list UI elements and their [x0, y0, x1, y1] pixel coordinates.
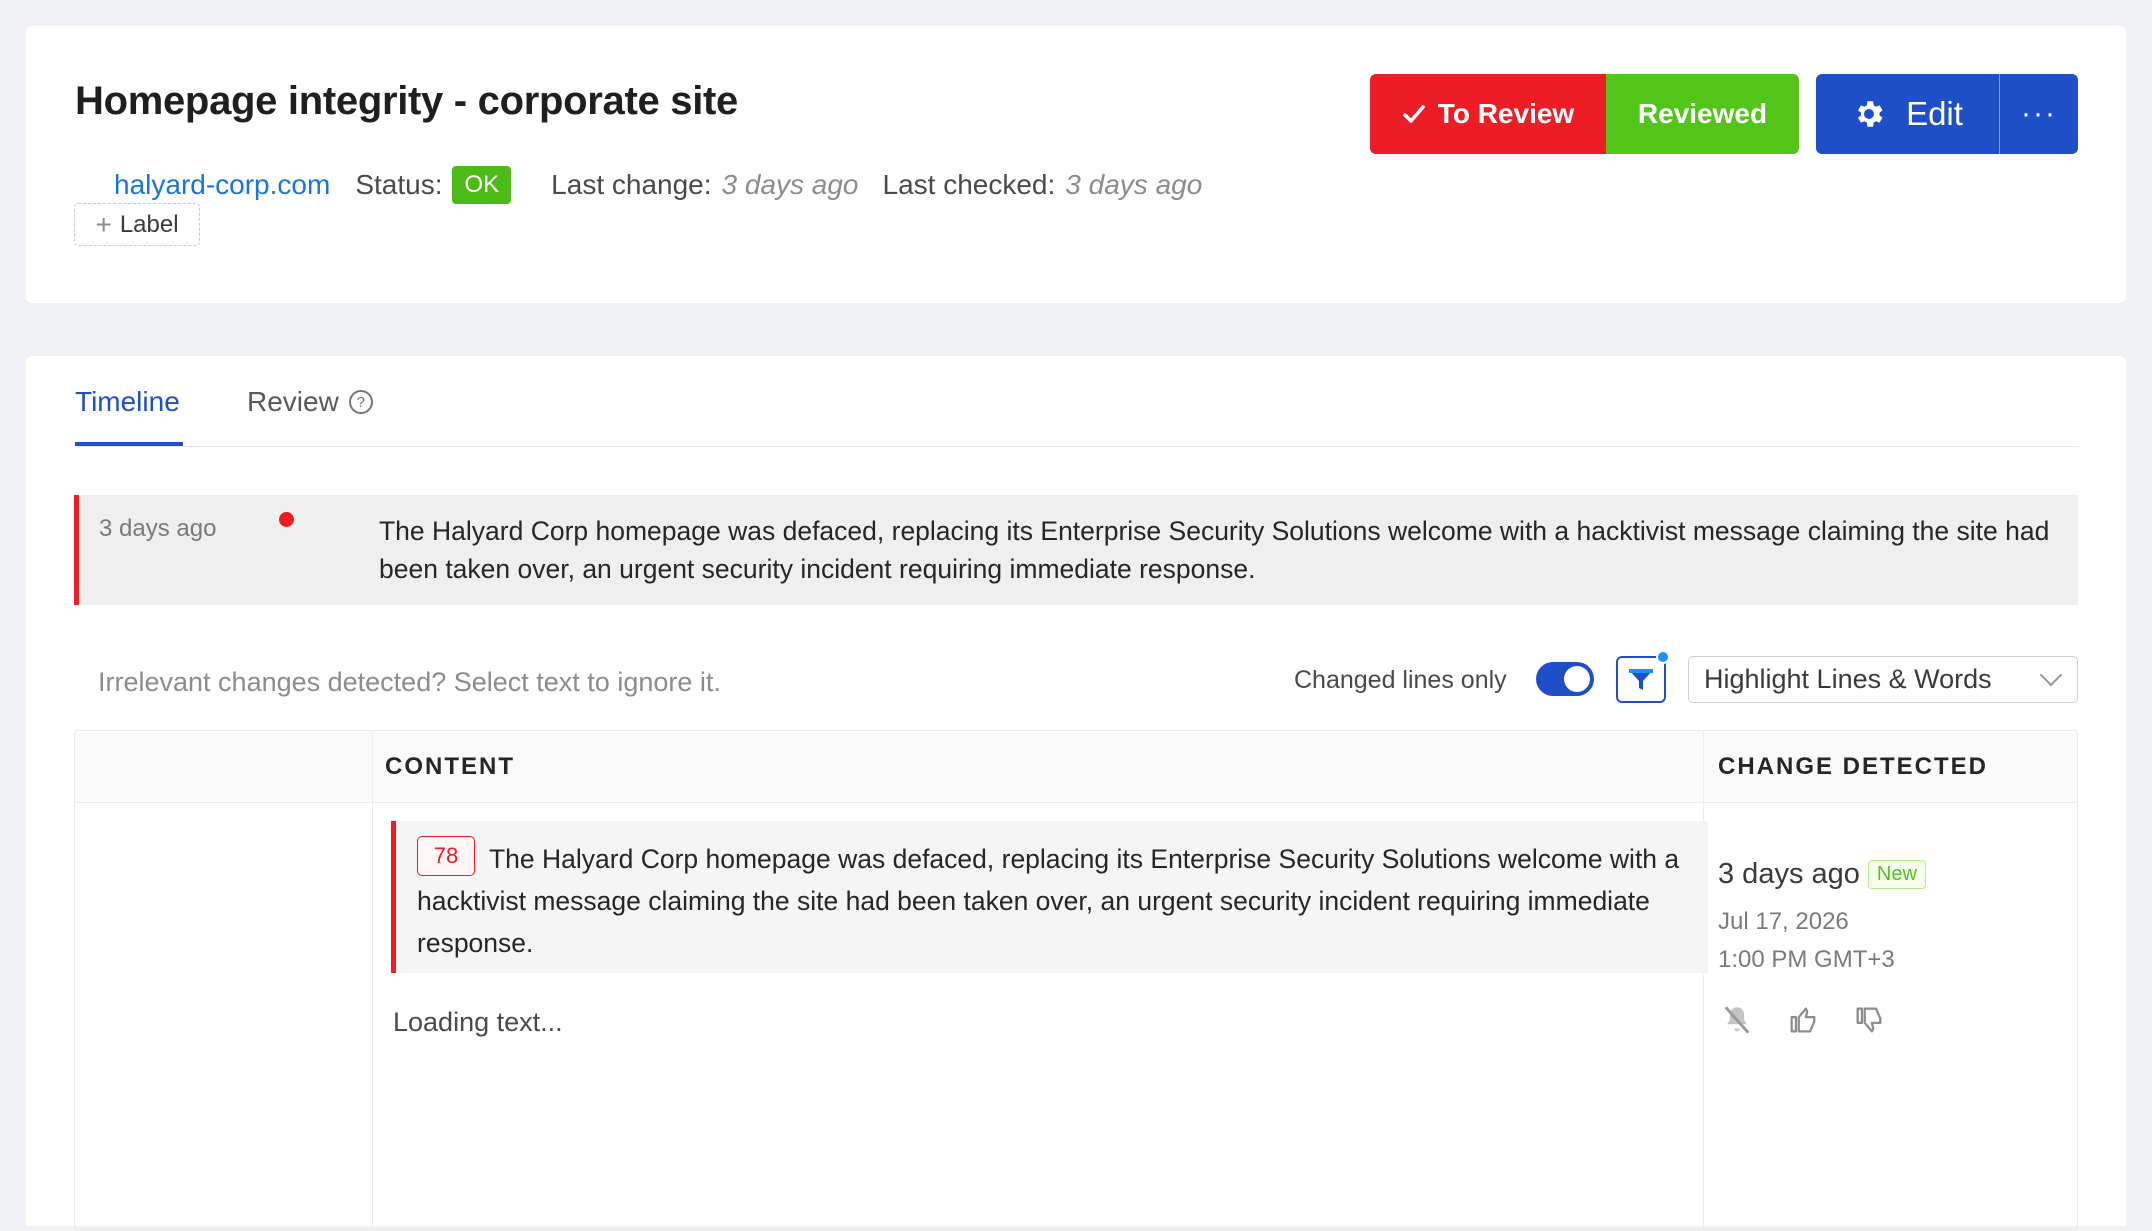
- column-header-change-detected: CHANGE DETECTED: [1718, 753, 1989, 780]
- monitor-header-card: Homepage integrity - corporate site haly…: [26, 26, 2126, 303]
- review-button-group: To Review Reviewed: [1370, 74, 1799, 154]
- more-actions-button[interactable]: ···: [1999, 74, 2078, 154]
- filter-button[interactable]: [1616, 650, 1670, 703]
- edit-button-group: Edit ···: [1816, 74, 2078, 154]
- reviewed-button[interactable]: Reviewed: [1606, 74, 1799, 154]
- thumbs-down-icon[interactable]: [1850, 1001, 1888, 1039]
- plus-icon: +: [95, 208, 112, 240]
- tab-timeline[interactable]: Timeline: [75, 386, 180, 418]
- tab-bar: Timeline Review ?: [75, 356, 2078, 447]
- detected-date: Jul 17, 2026: [1718, 908, 1849, 935]
- timeline-event[interactable]: 3 days ago The Halyard Corp homepage was…: [74, 495, 2078, 605]
- event-status-dot: [279, 512, 294, 527]
- status-badge: OK: [452, 166, 512, 204]
- column-header-content: CONTENT: [385, 753, 515, 780]
- add-label-button[interactable]: + Label: [74, 203, 200, 246]
- page-title: Homepage integrity - corporate site: [75, 79, 738, 123]
- timeline-card: Timeline Review ? 3 days ago The Halyard…: [26, 356, 2126, 1231]
- feedback-actions: [1718, 1001, 1888, 1039]
- domain-link[interactable]: halyard-corp.com: [114, 169, 330, 201]
- thumbs-up-icon[interactable]: [1784, 1001, 1822, 1039]
- last-checked-value: 3 days ago: [1065, 169, 1203, 200]
- to-review-button[interactable]: To Review: [1370, 74, 1606, 154]
- tab-review[interactable]: Review ?: [247, 386, 373, 418]
- changed-lines-label: Changed lines only: [1294, 666, 1507, 694]
- detected-time: 1:00 PM GMT+3: [1718, 946, 1895, 973]
- ignore-hint: Irrelevant changes detected? Select text…: [98, 667, 721, 697]
- add-label-text: Label: [119, 210, 179, 238]
- edit-label: Edit: [1906, 95, 1963, 132]
- loading-text: Loading text...: [393, 1007, 563, 1037]
- detected-ago-text: 3 days ago: [1718, 858, 1860, 890]
- gear-icon: [1858, 101, 1883, 127]
- check-icon: [1403, 105, 1425, 123]
- toggle-knob: [1564, 666, 1590, 692]
- diff-line[interactable]: 78 The Halyard Corp homepage was defaced…: [391, 821, 1708, 973]
- last-checked-label: Last checked:: [882, 169, 1056, 200]
- chevron-down-icon: [2039, 663, 2063, 687]
- changes-table: CONTENT CHANGE DETECTED 78 The Halyard C…: [74, 730, 2078, 1231]
- column-divider: [1703, 731, 1704, 1231]
- event-summary: The Halyard Corp homepage was defaced, r…: [379, 516, 2050, 584]
- status-label: Status:: [355, 169, 443, 200]
- to-review-label: To Review: [1437, 98, 1575, 129]
- help-icon[interactable]: ?: [348, 390, 373, 414]
- event-time: 3 days ago: [99, 515, 217, 542]
- changed-lines-toggle[interactable]: [1536, 662, 1594, 696]
- tab-review-label: Review: [247, 386, 339, 417]
- diff-line-text: The Halyard Corp homepage was defaced, r…: [417, 844, 1680, 958]
- monitor-meta: halyard-corp.com Status: OK Last change:…: [114, 166, 1226, 204]
- detected-ago: 3 days ago New: [1718, 858, 1926, 891]
- active-tab-indicator: [75, 442, 183, 446]
- highlight-mode-value: Highlight Lines & Words: [1704, 664, 1992, 694]
- column-divider: [372, 731, 373, 1231]
- table-header: CONTENT CHANGE DETECTED: [75, 731, 2077, 803]
- bell-off-icon[interactable]: [1718, 1001, 1756, 1039]
- filter-active-dot: [1656, 650, 1670, 664]
- new-badge: New: [1867, 860, 1926, 889]
- filter-icon: [1629, 668, 1653, 690]
- last-change-value: 3 days ago: [721, 169, 859, 200]
- edit-button[interactable]: Edit: [1816, 74, 1999, 154]
- last-change-label: Last change:: [551, 169, 712, 200]
- highlight-mode-select[interactable]: Highlight Lines & Words: [1688, 656, 2078, 703]
